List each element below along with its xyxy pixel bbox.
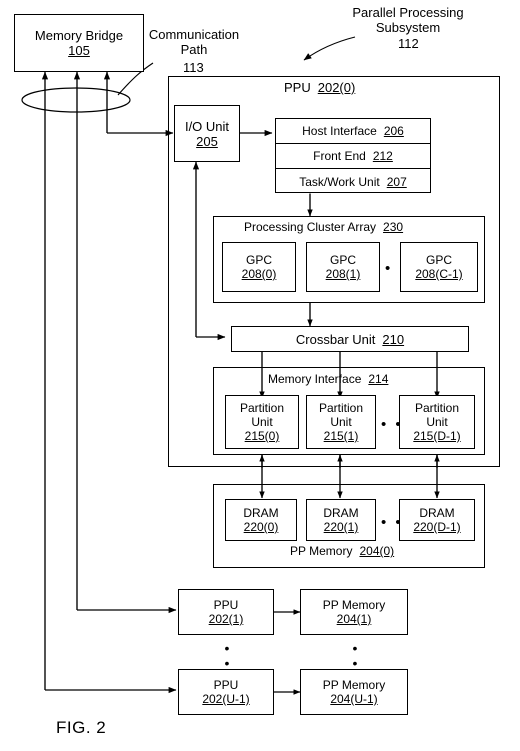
processing-cluster-array-title: Processing Cluster Array 230 [244,220,404,234]
dram-0-number: 220(0) [243,520,279,534]
pp-memory-last-box[interactable]: PP Memory 204(U-1) [300,669,408,715]
pp-memory-last-number: 204(U-1) [330,692,378,706]
memory-interface-label: Memory Interface [268,372,362,386]
front-end-row[interactable]: Front End 212 [276,144,430,169]
front-end-number: 212 [372,149,393,163]
memory-interface-title: Memory Interface 214 [268,372,389,386]
host-interface-number: 206 [383,124,404,138]
partition-unit-0-label-line1: Partition [239,401,285,415]
gpc-1-number: 208(1) [325,267,361,281]
pp-memory-1-label: PP Memory [322,598,386,612]
pp-memory-0-title: PP Memory 204(0) [290,544,395,558]
figure-caption: FIG. 2 [56,718,107,737]
partition-unit-1-label-line1: Partition [318,401,364,415]
parallel-processing-subsystem-number: 112 [398,36,419,51]
crossbar-unit-label: Crossbar Unit [295,331,376,347]
processing-cluster-array-label: Processing Cluster Array [244,220,377,234]
crossbar-unit-number: 210 [382,331,405,347]
gpc-1-label: GPC [329,253,356,267]
ppu-last-label: PPU [213,678,239,692]
gpc-last-number: 208(C-1) [415,267,463,281]
memory-bridge-number: 105 [68,43,90,58]
gpc-1-box[interactable]: GPC 208(1) [306,242,380,292]
parallel-processing-subsystem-label: Parallel Processing Subsystem [352,5,464,36]
communication-path-label: Communication Path [148,27,240,58]
ppu-0-label: PPU [284,80,311,95]
pp-memory-0-label: PP Memory [290,544,353,558]
ppu-1-box[interactable]: PPU 202(1) [178,589,274,635]
pp-memory-1-number: 204(1) [336,612,372,626]
partition-unit-last-label-line1: Partition [414,401,460,415]
gpc-0-number: 208(0) [241,267,277,281]
io-unit-box[interactable]: I/O Unit 205 [174,105,240,162]
partition-unit-last-box[interactable]: Partition Unit 215(D-1) [399,395,475,449]
crossbar-unit-box[interactable]: Crossbar Unit 210 [231,326,469,352]
dram-last-number: 220(D-1) [413,520,461,534]
dram-1-box[interactable]: DRAM 220(1) [306,499,376,541]
io-unit-label: I/O Unit [184,118,230,134]
partition-unit-1-label-line2: Unit [330,415,352,429]
memory-bridge-box[interactable]: Memory Bridge 105 [14,14,144,72]
dram-last-box[interactable]: DRAM 220(D-1) [399,499,475,541]
ppu-0-title: PPU 202(0) [284,80,356,96]
gpc-0-box[interactable]: GPC 208(0) [222,242,296,292]
dram-1-label: DRAM [323,506,359,520]
processing-cluster-array-number: 230 [383,220,404,234]
dram-1-number: 220(1) [323,520,359,534]
pp-memory-1-box[interactable]: PP Memory 204(1) [300,589,408,635]
partition-unit-0-label-line2: Unit [251,415,273,429]
partition-unit-1-box[interactable]: Partition Unit 215(1) [306,395,376,449]
dram-0-label: DRAM [243,506,279,520]
partition-unit-1-number: 215(1) [323,429,359,443]
io-unit-number: 205 [196,133,218,149]
communication-path-number: 113 [183,60,204,75]
front-end-label: Front End [313,149,366,163]
gpc-last-box[interactable]: GPC 208(C-1) [400,242,478,292]
memory-bridge-label: Memory Bridge [34,28,124,43]
ppu-last-number: 202(U-1) [202,692,250,706]
ppu-1-number: 202(1) [208,612,244,626]
host-interface-label: Host Interface [302,124,377,138]
partition-unit-0-box[interactable]: Partition Unit 215(0) [225,395,299,449]
ppu-0-number: 202(0) [317,80,356,95]
figure-canvas: Memory Bridge 105 Communication Path 113… [0,0,520,751]
partition-unit-last-label-line2: Unit [426,415,448,429]
ppu-last-box[interactable]: PPU 202(U-1) [178,669,274,715]
task-work-unit-row[interactable]: Task/Work Unit 207 [276,169,430,194]
host-interface-stack: Host Interface 206 Front End 212 Task/Wo… [275,118,431,193]
ppu-1-label: PPU [213,598,239,612]
pp-memory-last-label: PP Memory [322,678,386,692]
partition-unit-0-number: 215(0) [244,429,280,443]
memory-interface-number: 214 [368,372,389,386]
gpc-last-label: GPC [425,253,452,267]
dram-last-label: DRAM [419,506,455,520]
dram-0-box[interactable]: DRAM 220(0) [225,499,297,541]
task-work-unit-label: Task/Work Unit [299,174,380,189]
gpc-0-label: GPC [245,253,272,267]
pp-memory-0-number: 204(0) [359,544,395,558]
task-work-unit-number: 207 [386,174,407,189]
partition-unit-last-number: 215(D-1) [413,429,461,443]
host-interface-row[interactable]: Host Interface 206 [276,119,430,144]
